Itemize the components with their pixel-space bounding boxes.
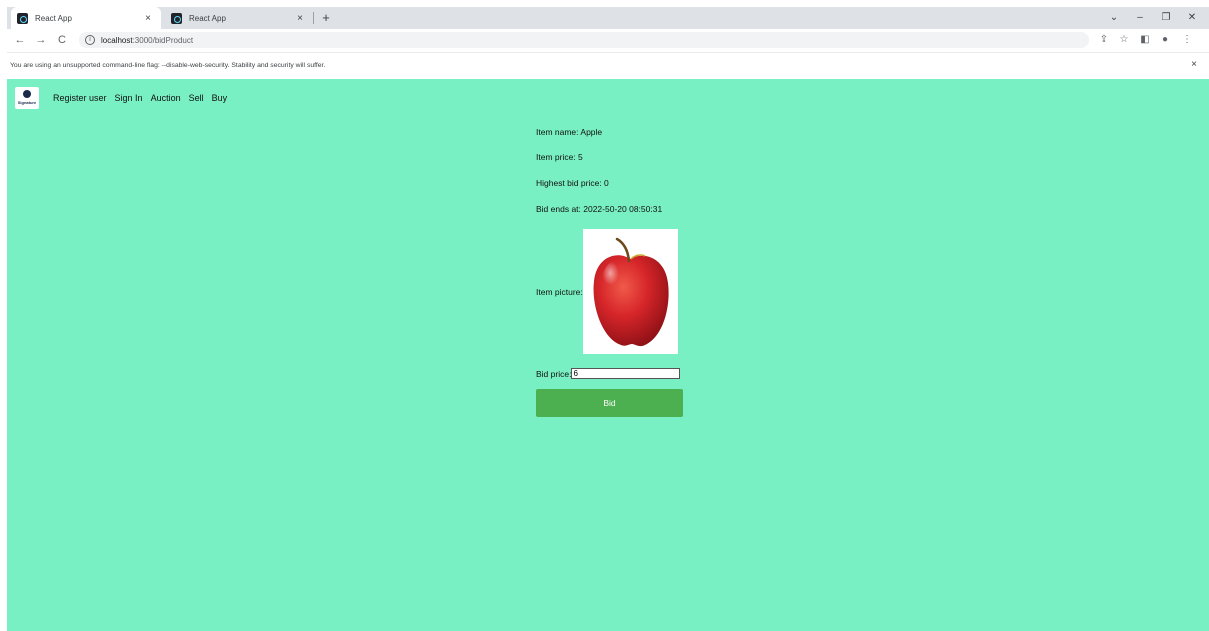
share-icon[interactable]: ⇪ xyxy=(1096,31,1112,49)
nav-register-user[interactable]: Register user xyxy=(53,93,107,103)
restore-button[interactable]: ❐ xyxy=(1157,9,1175,27)
minimize-button[interactable]: – xyxy=(1131,9,1149,27)
bid-price-row: Bid price: xyxy=(536,368,681,379)
site-logo[interactable]: Signature xyxy=(15,87,39,109)
item-name: Item name: Apple xyxy=(536,127,603,137)
menu-icon[interactable]: ⋮ xyxy=(1179,31,1195,49)
close-tab-icon[interactable]: × xyxy=(141,13,155,24)
bid-price-label: Bid price: xyxy=(536,368,572,379)
logo-text: Signature xyxy=(17,100,37,105)
browser-toolbar: ← → C i localhost :3000/bidProduct ⇪ ☆ ◧… xyxy=(7,29,1209,51)
site-info-icon[interactable]: i xyxy=(85,35,95,45)
nav-auction[interactable]: Auction xyxy=(151,93,181,103)
site-navbar: Signature Register user Sign In Auction … xyxy=(15,87,235,109)
address-bar[interactable]: i localhost :3000/bidProduct xyxy=(79,32,1089,48)
new-tab-button[interactable]: + xyxy=(318,9,334,27)
nav-sign-in[interactable]: Sign In xyxy=(115,93,143,103)
security-warning-bar: You are using an unsupported command-lin… xyxy=(7,52,1209,78)
tab-title: React App xyxy=(189,13,226,23)
globe-icon xyxy=(23,90,31,98)
tab-title: React App xyxy=(35,13,72,23)
apple-image xyxy=(593,237,669,347)
react-favicon-icon xyxy=(17,12,28,24)
tab-separator xyxy=(313,12,314,24)
close-warning-icon[interactable]: × xyxy=(1187,58,1201,72)
item-price: Item price: 5 xyxy=(536,152,583,162)
url-host: localhost xyxy=(101,35,133,45)
bid-end-time: Bid ends at: 2022-50-20 08:50:31 xyxy=(536,204,663,214)
close-tab-icon[interactable]: × xyxy=(293,13,307,24)
bookmark-star-icon[interactable]: ☆ xyxy=(1116,31,1132,49)
nav-buy[interactable]: Buy xyxy=(212,93,228,103)
bid-price-input[interactable] xyxy=(571,368,681,379)
close-window-button[interactable]: ✕ xyxy=(1183,9,1201,27)
url-path: :3000/bidProduct xyxy=(132,35,194,45)
item-picture xyxy=(582,229,678,354)
warning-text: You are using an unsupported command-lin… xyxy=(10,62,326,69)
highest-bid-price: Highest bid price: 0 xyxy=(536,178,609,188)
tab-strip: React App × React App × + ⌄ – ❐ ✕ xyxy=(7,7,1209,29)
item-picture-row: Item picture: xyxy=(536,229,678,354)
tab-react-app[interactable]: React App × xyxy=(165,7,313,29)
profile-icon[interactable]: ● xyxy=(1157,31,1173,49)
tab-react-app-active[interactable]: React App × xyxy=(11,7,161,29)
forward-icon[interactable]: → xyxy=(33,31,49,49)
page-body: Signature Register user Sign In Auction … xyxy=(7,79,1209,631)
nav-sell[interactable]: Sell xyxy=(189,93,204,103)
back-icon[interactable]: ← xyxy=(12,31,28,49)
reload-icon[interactable]: C xyxy=(54,31,70,49)
side-panel-icon[interactable]: ◧ xyxy=(1137,31,1153,49)
browser-window: React App × React App × + ⌄ – ❐ ✕ ← → C … xyxy=(7,7,1209,631)
item-picture-label: Item picture: xyxy=(536,286,583,297)
bid-button[interactable]: Bid xyxy=(536,389,683,417)
tab-search-icon[interactable]: ⌄ xyxy=(1105,9,1123,27)
react-favicon-icon xyxy=(171,12,182,24)
